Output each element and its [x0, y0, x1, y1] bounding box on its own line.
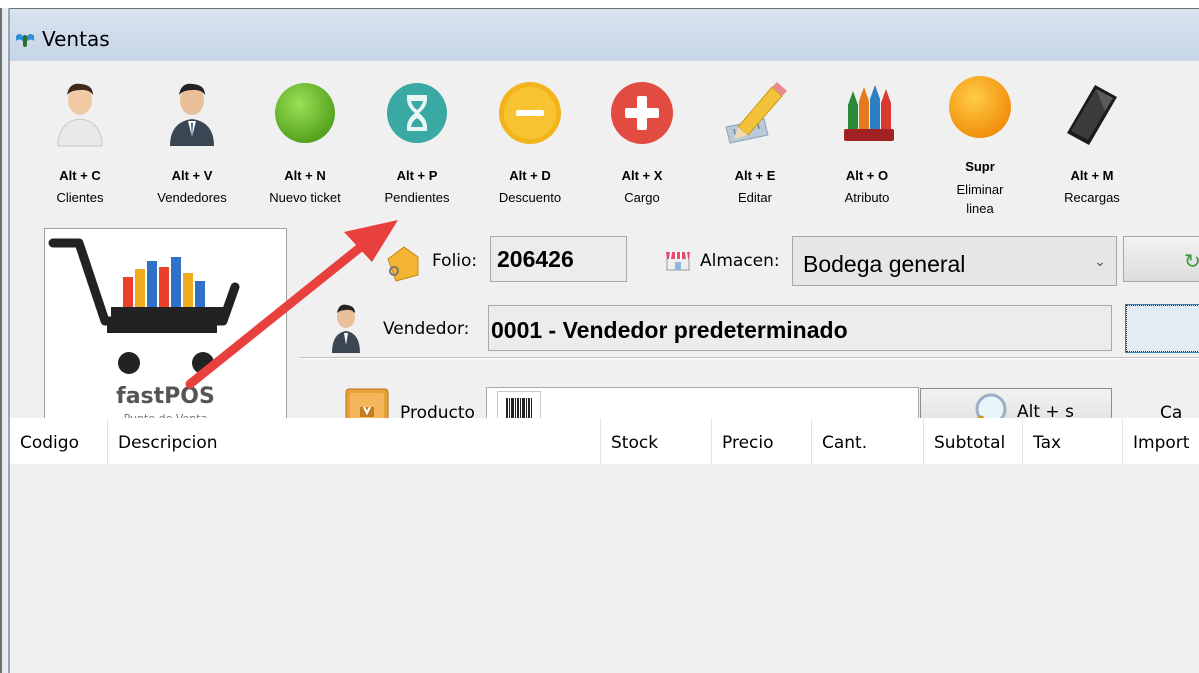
ventas-window: Ventas Alt + C Clientes Alt + V Vendedor… — [0, 0, 1199, 673]
annotation-arrow — [185, 220, 398, 389]
